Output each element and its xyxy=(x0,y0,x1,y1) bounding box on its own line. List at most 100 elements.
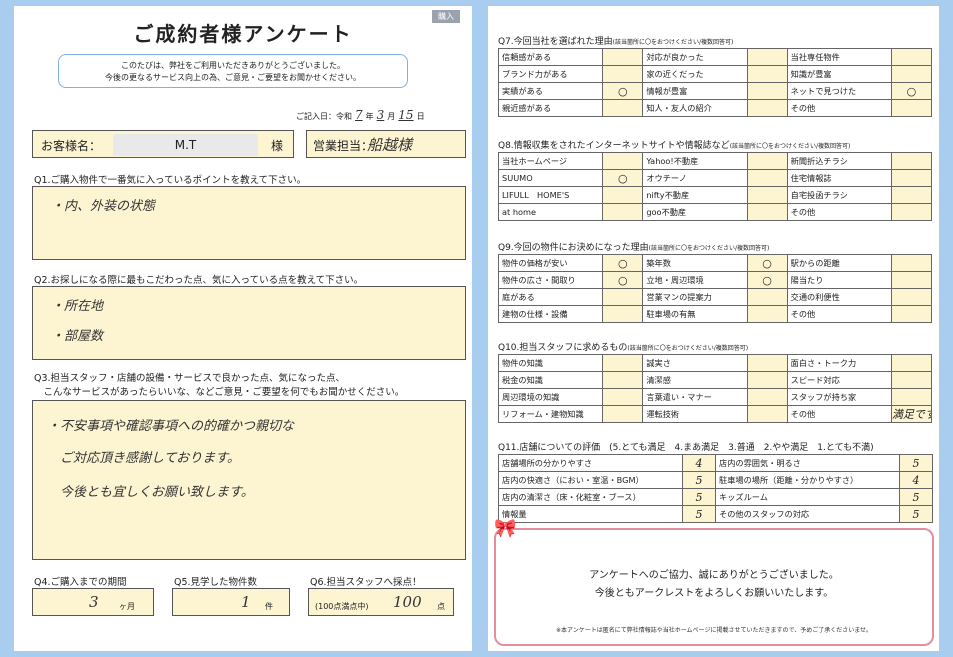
q7-row: 親近感がある 知人・友人の紹介 その他 xyxy=(497,99,933,117)
right-page: Q7.今回当社を選ばれた理由(該当箇所に〇をおつけください/複数回答可) 信頼感… xyxy=(488,6,939,651)
date-year-unit: 年 xyxy=(365,112,374,121)
q8-option-mark xyxy=(602,203,644,221)
q1-answer: ・内、外装の状態 xyxy=(51,199,156,214)
q11-row: 店舗場所の分かりやすさ 4 店内の雰囲気・明るさ 5 xyxy=(498,454,933,472)
q4-box: 3 ヶ月 xyxy=(32,588,154,616)
q7-option-mark xyxy=(602,65,644,83)
q8-option-mark xyxy=(890,186,933,204)
q8-heading: Q8.情報収集をされたインターネットサイトや情報誌など(該当箇所に〇をおつけくだ… xyxy=(498,138,850,151)
q7-row: ブランド力がある 家の近くだった 知識が豊富 xyxy=(497,65,933,83)
q8-option-mark xyxy=(890,152,933,170)
thanks-line-2: 今後ともアークレストをよろしくお願いいたします。 xyxy=(594,588,834,599)
q7-option-label: 対応が良かった xyxy=(642,48,748,66)
q7-table: 信頼感がある 対応が良かった 当社専任物件 ブランド力がある 家の近くだった 知識が豊富実… xyxy=(497,48,933,117)
q9-option-mark xyxy=(890,305,933,323)
q7-option-mark xyxy=(746,48,788,66)
q2-answer-2: ・部屋数 xyxy=(51,329,104,344)
intro-box: このたびは、弊社をご利用いただきありがとうございました。 今後の更なるサービス向… xyxy=(58,54,408,88)
q10-option-mark xyxy=(746,388,788,406)
q10-option-mark xyxy=(746,371,788,389)
q11-option-mark: 5 xyxy=(899,488,933,506)
q7-option-mark xyxy=(890,48,933,66)
date-line: ご記入日：令和 7 年 3 月 15 日 xyxy=(296,108,425,122)
q9-heading: Q9.今回の物件にお決めになった理由(該当箇所に〇をおつけください/複数回答可) xyxy=(498,240,769,253)
q8-note: (該当箇所に〇をおつけください/複数回答可) xyxy=(729,143,851,150)
q6-prefix: (100点満点中) xyxy=(315,602,369,611)
q11-row: 店内の清潔さ（床・化粧室・ブース） 5 キッズルーム 5 xyxy=(498,488,933,506)
q8-label: Q8.情報収集をされたインターネットサイトや情報誌など xyxy=(498,141,730,151)
q2-answer-1: ・所在地 xyxy=(51,299,104,314)
q5-box: 1 件 xyxy=(172,588,290,616)
q9-option-label: その他 xyxy=(786,305,892,323)
q7-option-mark xyxy=(746,99,788,117)
q8-option-mark: ○ xyxy=(602,169,644,187)
q8-option-mark xyxy=(746,186,788,204)
q9-label: Q9.今回の物件にお決めになった理由 xyxy=(498,243,649,253)
date-day-unit: 日 xyxy=(416,112,425,121)
q9-note: (該当箇所に〇をおつけください/複数回答可) xyxy=(648,245,770,252)
q9-option-label: 物件の価格が安い xyxy=(497,254,604,272)
q11-option-label: その他のスタッフの対応 xyxy=(715,505,900,523)
customer-name: M.T xyxy=(113,134,258,156)
q10-option-label: 面白さ・トーク力 xyxy=(786,354,892,372)
q11-option-mark: 4 xyxy=(899,471,933,489)
intro-line-2: 今後の更なるサービス向上の為、ご意見・ご要望をお聞かせください。 xyxy=(105,73,361,82)
q6-value: 100 xyxy=(393,593,422,611)
date-month-unit: 月 xyxy=(387,112,396,121)
q9-option-label: 交通の利便性 xyxy=(786,288,892,306)
q9-option-label: 立地・周辺環境 xyxy=(642,271,748,289)
q6-unit: 点 xyxy=(437,602,445,611)
q3-answer-3: 今後とも宜しくお願い致します。 xyxy=(47,485,254,500)
q11-option-label: 店内の快適さ（におい・室温・BGM） xyxy=(498,471,683,489)
q9-option-label: 物件の広さ・間取り xyxy=(497,271,604,289)
q8-option-mark xyxy=(890,169,933,187)
q8-row: at home goo不動産 その他 xyxy=(497,203,933,221)
q7-note: (該当箇所に〇をおつけください/複数回答可) xyxy=(612,39,734,46)
q8-option-label: オウチーノ xyxy=(642,169,748,187)
q8-option-label: goo不動産 xyxy=(642,203,748,221)
q11-option-mark: 5 xyxy=(682,471,716,489)
q7-option-mark xyxy=(746,82,788,100)
q9-row: 建物の仕様・設備 駐車場の有無 その他 xyxy=(497,305,933,323)
q6-box: (100点満点中) 100 点 xyxy=(308,588,454,616)
q9-option-mark: ○ xyxy=(746,254,788,272)
date-month: 3 xyxy=(376,108,385,122)
thanks-footnote: ※本アンケートは匿名にて弊社情報誌や当社ホームページに掲載させていただきますので… xyxy=(555,627,873,634)
q9-option-mark: ○ xyxy=(746,271,788,289)
q7-option-mark xyxy=(890,99,933,117)
q2-label: Q2.お探しになる際に最もこだわった点、気に入っている点を教えて下さい。 xyxy=(34,275,364,286)
q9-option-mark xyxy=(890,271,933,289)
left-page: ご成約者様アンケート 購入 このたびは、弊社をご利用いただきありがとうございまし… xyxy=(14,6,472,651)
q3-answer-box: ・不安事項や確認事項への的確かつ親切な ご対応頂き感謝しております。 今後とも宜… xyxy=(32,400,466,560)
q7-option-mark xyxy=(890,65,933,83)
q9-option-mark xyxy=(602,288,644,306)
q11-option-label: 店舗場所の分かりやすさ xyxy=(498,454,683,472)
q10-option-mark: 満足です xyxy=(890,405,933,423)
q11-option-mark: 4 xyxy=(682,454,716,472)
q5-unit: 件 xyxy=(265,602,273,611)
q7-option-label: 実績がある xyxy=(497,82,604,100)
q8-option-mark xyxy=(746,169,788,187)
q10-row: 周辺環境の知識 言葉遣い・マナー スタッフが持ち家 xyxy=(497,388,933,406)
q8-option-label: Yahoo!不動産 xyxy=(642,152,748,170)
q6-label: Q6.担当スタッフへ採点！ xyxy=(310,577,422,588)
q10-option-mark xyxy=(746,354,788,372)
q10-label: Q10.担当スタッフに求めるもの xyxy=(498,343,628,353)
q7-option-label: 知識が豊富 xyxy=(786,65,892,83)
q7-label: Q7.今回当社を選ばれた理由 xyxy=(498,37,613,47)
q8-option-mark xyxy=(746,152,788,170)
q9-option-label: 駐車場の有無 xyxy=(642,305,748,323)
q7-option-mark xyxy=(746,65,788,83)
q1-label: Q1.ご購入物件で一番気に入っているポイントを教えて下さい。 xyxy=(34,175,307,186)
q9-option-label: 営業マンの提案力 xyxy=(642,288,748,306)
q10-option-mark xyxy=(602,388,644,406)
q9-option-mark xyxy=(890,254,933,272)
q8-option-label: SUUMO xyxy=(497,169,604,187)
q10-option-mark xyxy=(602,405,644,423)
customer-name-box: お客様名： M.T 様 xyxy=(32,130,294,158)
q11-option-mark: 5 xyxy=(899,505,933,523)
q7-row: 実績がある ○ 情報が豊富 ネットで見つけた ○ xyxy=(497,82,933,100)
q7-option-label: 家の近くだった xyxy=(642,65,748,83)
q10-option-label: スピード対応 xyxy=(786,371,892,389)
staff-label: 営業担当： xyxy=(313,139,374,153)
